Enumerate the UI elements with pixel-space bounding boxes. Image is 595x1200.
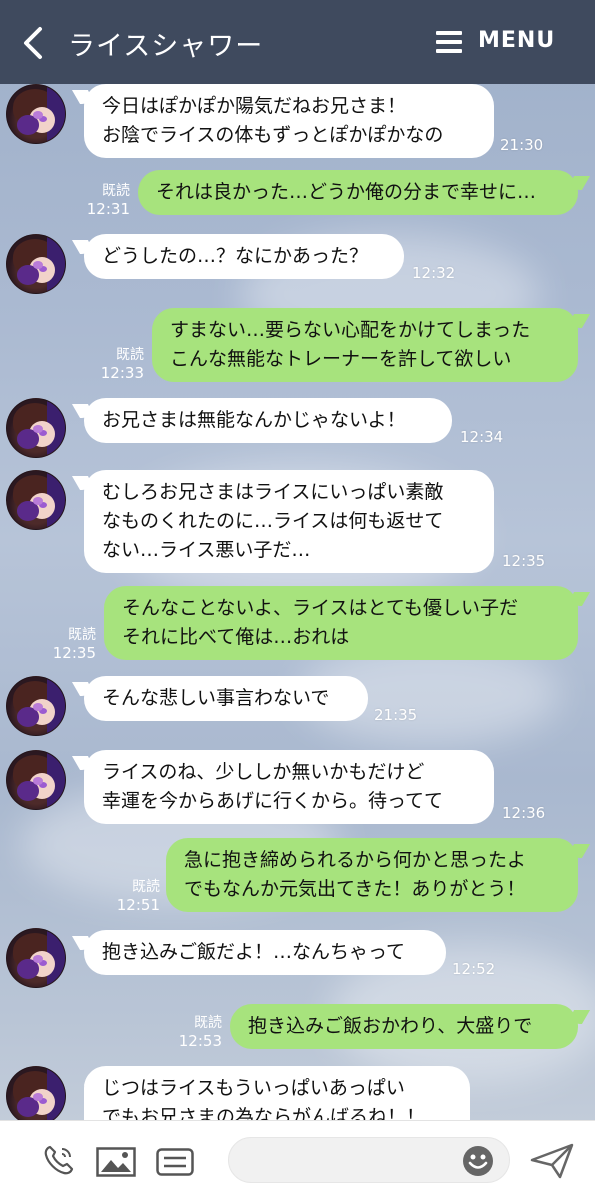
read-receipt: 既読	[116, 347, 144, 363]
chat-header: ライスシャワー MENU	[0, 0, 595, 84]
chat-title: ライスシャワー	[68, 31, 264, 62]
message-time: 12:36	[502, 804, 546, 822]
avatar[interactable]	[6, 398, 66, 458]
message-time: 12:35	[502, 552, 546, 570]
message-bubble[interactable]: 抱き込みご飯だよ！…なんちゃって	[84, 930, 446, 975]
message-bubble[interactable]: それは良かった…どうか俺の分まで幸せに…	[138, 170, 578, 215]
message-time: 12:51	[116, 896, 160, 914]
message-bubble[interactable]: お兄さまは無能なんかじゃないよ！	[84, 398, 452, 443]
avatar[interactable]	[6, 676, 66, 736]
message-time: 21:35	[374, 706, 418, 724]
message-time: 12:31	[86, 200, 130, 218]
message-time: 12:52	[452, 960, 496, 978]
read-receipt: 既読	[132, 879, 160, 895]
message-time: 12:34	[460, 428, 504, 446]
message-bubble[interactable]: ライスのね、少ししか無いかもだけど 幸運を今からあげに行くから。待ってて	[84, 750, 494, 824]
message-bubble[interactable]: むしろお兄さまはライスにいっぱい素敵 なものくれたのに…ライスは何も返せて ない…	[84, 470, 494, 573]
avatar[interactable]	[6, 1066, 66, 1126]
avatar[interactable]	[6, 84, 66, 144]
message-time: 21:30	[500, 136, 544, 154]
message-bubble[interactable]: どうしたの…？なにかあった？	[84, 234, 404, 279]
send-icon[interactable]	[530, 1143, 574, 1179]
read-receipt: 既読	[68, 627, 96, 643]
chevron-left-icon[interactable]	[18, 26, 48, 60]
message-time: 12:53	[178, 1032, 222, 1050]
hamburger-icon[interactable]	[436, 31, 462, 53]
avatar[interactable]	[6, 750, 66, 810]
message-bubble[interactable]: 今日はぽかぽか陽気だねお兄さま！ お陰でライスの体もずっとぽかぽかなの	[84, 84, 494, 158]
message-bubble[interactable]: 急に抱き締められるから何かと思ったよ でもなんか元気出てきた！ありがとう！	[166, 838, 578, 912]
menu-button[interactable]: MENU	[478, 28, 555, 53]
smile-icon[interactable]	[462, 1145, 494, 1177]
phone-icon[interactable]	[42, 1143, 76, 1177]
read-receipt: 既読	[194, 1015, 222, 1031]
message-bubble[interactable]: そんなことないよ、ライスはとても優しい子だ それに比べて俺は…おれは	[104, 586, 578, 660]
message-bubble[interactable]: すまない…要らない心配をかけてしまった こんな無能なトレーナーを許して欲しい	[152, 308, 578, 382]
image-icon[interactable]	[96, 1147, 136, 1177]
read-receipt: 既読	[102, 183, 130, 199]
message-bubble[interactable]: そんな悲しい事言わないで	[84, 676, 368, 721]
avatar[interactable]	[6, 928, 66, 988]
avatar[interactable]	[6, 470, 66, 530]
message-bubble[interactable]: 抱き込みご飯おかわり、大盛りで	[230, 1004, 578, 1049]
message-time: 12:33	[100, 364, 144, 382]
keyboard-icon[interactable]	[156, 1148, 194, 1176]
input-bar	[0, 1120, 595, 1200]
avatar[interactable]	[6, 234, 66, 294]
message-bubble[interactable]: じつはライスもういっぱいあっぱい でもお兄さまの為ならがんばるね！！	[84, 1066, 470, 1120]
message-time: 12:35	[52, 644, 96, 662]
message-time: 12:32	[412, 264, 456, 282]
